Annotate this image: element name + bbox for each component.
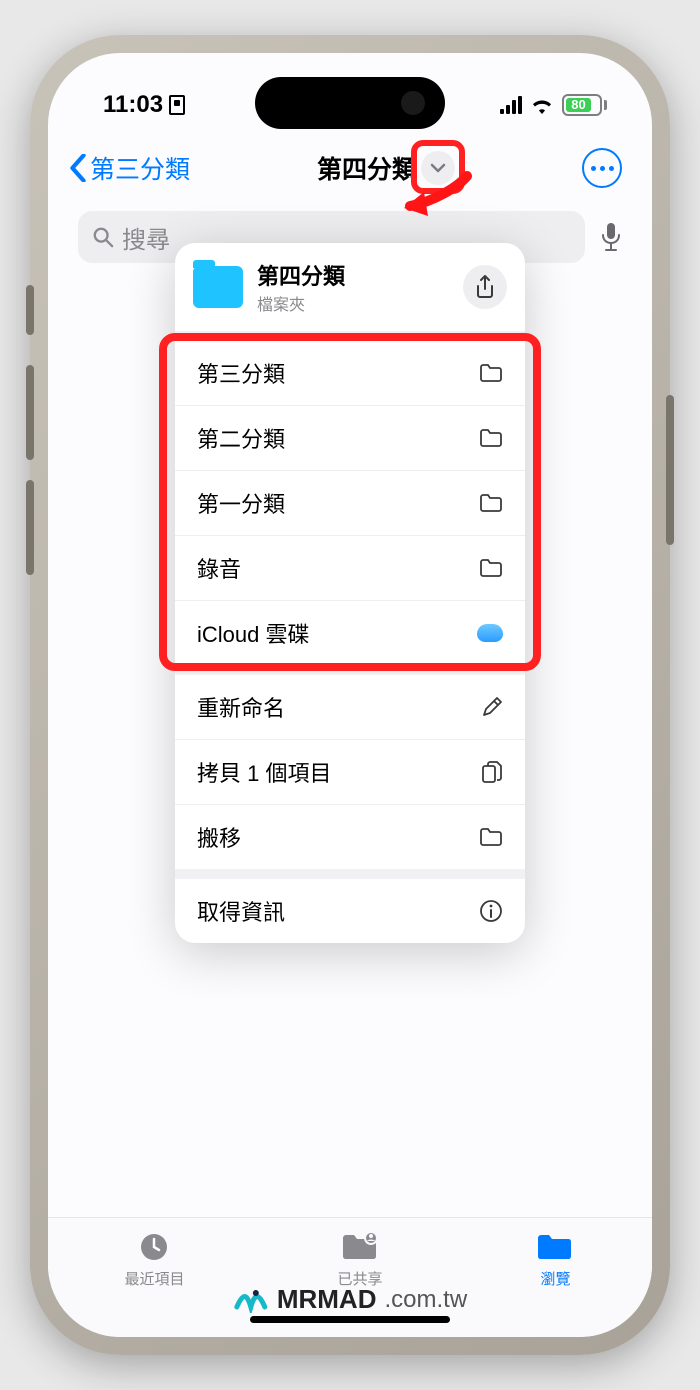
phone-frame: 11:03 80 第三分類 第四分類 bbox=[30, 35, 670, 1355]
status-time: 11:03 bbox=[103, 91, 163, 119]
watermark: MRMAD.com.tw bbox=[233, 1284, 467, 1315]
battery-indicator: 80 bbox=[562, 94, 607, 116]
watermark-brand: MRMAD bbox=[277, 1284, 377, 1315]
wifi-icon bbox=[530, 96, 554, 114]
popup-subtitle: 檔案夾 bbox=[257, 291, 345, 315]
info-action[interactable]: 取得資訊 bbox=[175, 879, 525, 943]
copy-action[interactable]: 拷貝 1 個項目 bbox=[175, 739, 525, 804]
home-indicator[interactable] bbox=[250, 1316, 450, 1323]
actions-section: 重新命名 拷貝 1 個項目 搬移 bbox=[175, 675, 525, 869]
tab-label: 最近項目 bbox=[124, 1268, 184, 1289]
chevron-left-icon bbox=[68, 154, 88, 182]
back-label: 第三分類 bbox=[90, 150, 190, 186]
tab-shared[interactable]: 已共享 bbox=[337, 1230, 382, 1289]
dynamic-island bbox=[255, 77, 445, 129]
volume-up-button bbox=[26, 365, 34, 460]
popup-header: 第四分類 檔案夾 bbox=[175, 243, 525, 331]
shared-folder-icon bbox=[340, 1230, 380, 1264]
browse-folder-icon bbox=[535, 1230, 575, 1264]
folder-outline-icon bbox=[479, 827, 503, 847]
share-icon bbox=[475, 275, 495, 299]
search-placeholder: 搜尋 bbox=[122, 220, 170, 255]
separator bbox=[175, 869, 525, 879]
watermark-logo-icon bbox=[233, 1287, 269, 1313]
power-button bbox=[666, 395, 674, 545]
tab-bar: 最近項目 已共享 瀏覽 bbox=[48, 1217, 652, 1337]
share-button[interactable] bbox=[463, 265, 507, 309]
rename-action[interactable]: 重新命名 bbox=[175, 675, 525, 739]
action-label: 取得資訊 bbox=[197, 895, 285, 927]
pencil-icon bbox=[481, 696, 503, 718]
sim-icon bbox=[169, 95, 185, 115]
move-action[interactable]: 搬移 bbox=[175, 804, 525, 869]
action-label: 重新命名 bbox=[197, 691, 285, 723]
back-button[interactable]: 第三分類 bbox=[68, 150, 190, 186]
popup-title: 第四分類 bbox=[257, 259, 345, 291]
tab-label: 瀏覽 bbox=[540, 1268, 570, 1289]
action-label: 拷貝 1 個項目 bbox=[197, 756, 331, 788]
tab-recent[interactable]: 最近項目 bbox=[124, 1230, 184, 1289]
info-icon bbox=[479, 899, 503, 923]
screen: 11:03 80 第三分類 第四分類 bbox=[48, 53, 652, 1337]
nav-bar: 第三分類 第四分類 bbox=[48, 128, 652, 203]
copy-icon bbox=[481, 760, 503, 784]
volume-down-button bbox=[26, 480, 34, 575]
annotation-arrow-icon bbox=[402, 168, 472, 216]
info-section: 取得資訊 bbox=[175, 879, 525, 943]
action-label: 搬移 bbox=[197, 821, 241, 853]
folder-icon bbox=[193, 266, 243, 308]
more-button[interactable] bbox=[582, 148, 622, 188]
watermark-domain: .com.tw bbox=[384, 1286, 467, 1314]
clock-icon bbox=[134, 1230, 174, 1264]
search-icon bbox=[92, 226, 114, 248]
tab-browse[interactable]: 瀏覽 bbox=[535, 1230, 575, 1289]
cellular-signal-icon bbox=[500, 96, 522, 114]
side-button bbox=[26, 285, 34, 335]
mic-icon[interactable] bbox=[600, 222, 622, 252]
annotation-highlight-box bbox=[159, 333, 541, 671]
